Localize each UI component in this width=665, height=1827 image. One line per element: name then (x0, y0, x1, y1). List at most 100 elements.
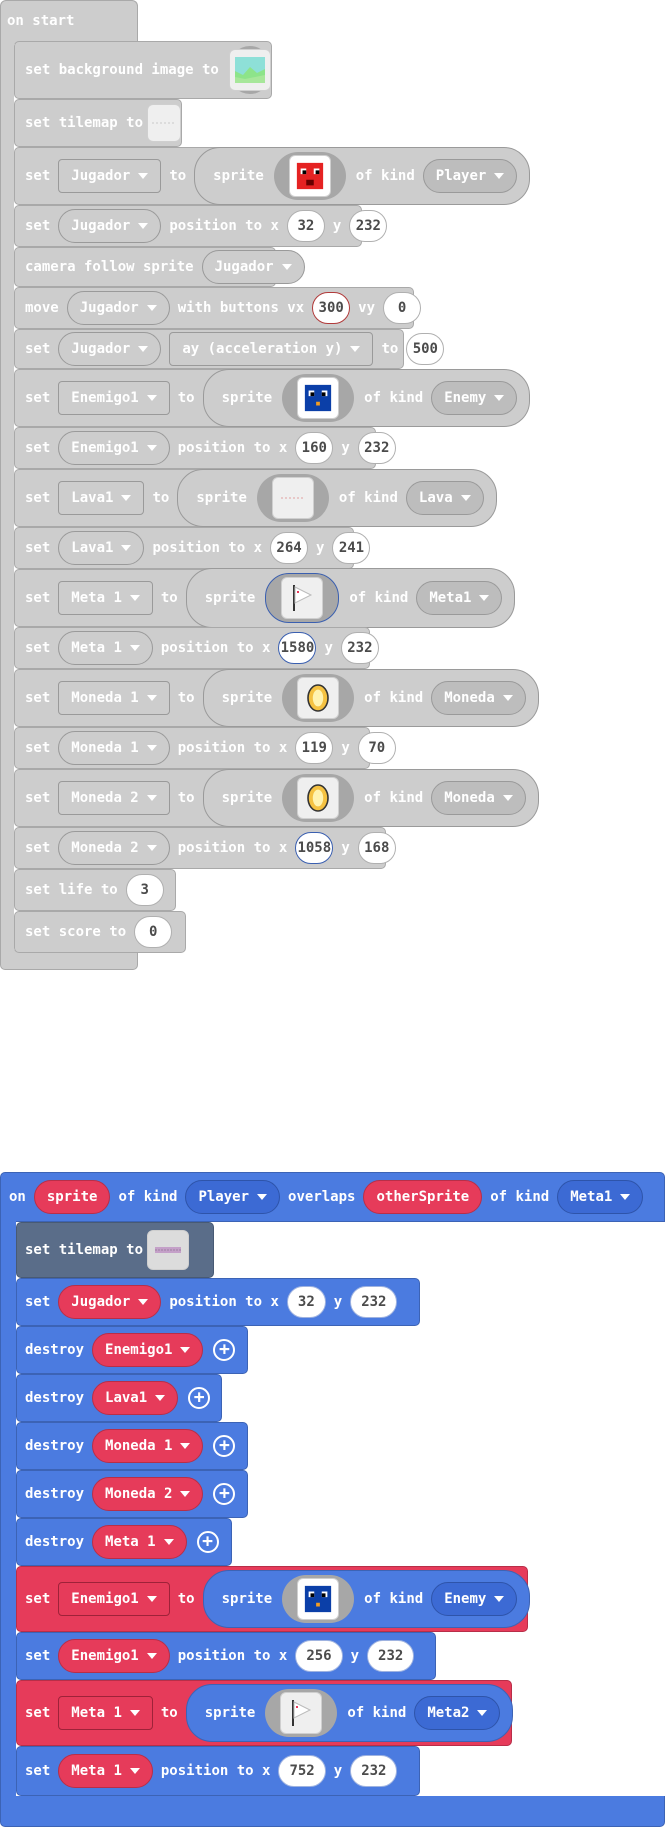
sprite-of-kind-block[interactable]: sprite of kind Enemy (202, 1570, 531, 1628)
y-input[interactable]: 232 (350, 1755, 398, 1787)
x-input[interactable]: 32 (286, 1286, 326, 1318)
set-meta-position-block[interactable]: set Meta 1 position to x 1580 y 232 (14, 627, 379, 669)
x-input[interactable]: 1580 (278, 632, 317, 664)
set-moneda1-position-block[interactable]: set Moneda 1 position to x 119 y 70 (14, 727, 396, 769)
set-meta-position-block[interactable]: set Meta 1 position to x 752 y 232 (16, 1746, 420, 1796)
moneda1-variable-dropdown[interactable]: Moneda 1 (58, 681, 170, 715)
kind-dropdown-player[interactable]: Player (185, 1180, 281, 1214)
sprite-image-picker[interactable] (282, 774, 355, 822)
life-input[interactable]: 3 (125, 874, 164, 906)
kind-dropdown-lava[interactable]: Lava (405, 481, 484, 515)
acceleration-input[interactable]: 500 (406, 333, 445, 365)
lava-variable-dropdown[interactable]: Lava1 (58, 481, 145, 515)
moneda2-variable-dropdown[interactable]: Moneda 2 (92, 1477, 204, 1511)
score-input[interactable]: 0 (134, 916, 173, 948)
destroy-enemigo-block[interactable]: destroy Enemigo1 + (16, 1326, 248, 1374)
background-image-picker[interactable] (228, 46, 271, 94)
set-jugador-sprite-block[interactable]: set Jugador to sprite of kind Player (14, 147, 531, 205)
set-score-block[interactable]: set score to 0 (14, 911, 186, 953)
sprite-image-picker[interactable] (282, 674, 355, 722)
x-input[interactable]: 256 (295, 1640, 343, 1672)
kind-dropdown-meta2[interactable]: Meta2 (414, 1696, 501, 1730)
sprite-image-picker[interactable] (265, 1689, 338, 1737)
set-lava-position-block[interactable]: set Lava1 position to x 264 y 241 (14, 527, 371, 569)
x-input[interactable]: 752 (278, 1755, 326, 1787)
enemigo-variable-dropdown[interactable]: Enemigo1 (58, 1582, 170, 1616)
jugador-variable-dropdown[interactable]: Jugador (66, 291, 170, 325)
enemigo-variable-dropdown[interactable]: Enemigo1 (58, 381, 170, 415)
kind-dropdown-meta1[interactable]: Meta1 (557, 1180, 644, 1214)
kind-dropdown-moneda[interactable]: Moneda (431, 681, 526, 715)
destroy-lava-block[interactable]: destroy Lava1 + (16, 1374, 222, 1422)
moneda1-variable-dropdown[interactable]: Moneda 1 (92, 1429, 204, 1463)
set-lava-sprite-block[interactable]: set Lava1 to sprite of kind Lava (14, 469, 497, 527)
set-enemigo-position-block[interactable]: set Enemigo1 position to x 160 y 232 (14, 427, 396, 469)
kind-dropdown-player[interactable]: Player (422, 159, 518, 193)
x-input[interactable]: 119 (295, 732, 334, 764)
destroy-moneda1-block[interactable]: destroy Moneda 1 + (16, 1422, 248, 1470)
set-jugador-position-block[interactable]: set Jugador position to x 32 y 232 (16, 1278, 420, 1326)
vy-input[interactable]: 0 (383, 292, 422, 324)
set-moneda1-sprite-block[interactable]: set Moneda 1 to sprite of kind Moneda (14, 669, 539, 727)
set-meta-sprite-block[interactable]: set Meta 1 to sprite of kind Meta1 (14, 568, 516, 628)
set-life-block[interactable]: set life to 3 (14, 869, 176, 911)
sprite-of-kind-block[interactable]: sprite of kind Player (194, 147, 531, 205)
destroy-moneda2-block[interactable]: destroy Moneda 2 + (16, 1470, 248, 1518)
jugador-variable-dropdown[interactable]: Jugador (58, 1285, 162, 1319)
plus-icon[interactable]: + (213, 1483, 236, 1505)
tilemap-icon[interactable] (147, 104, 181, 142)
on-overlap-hat[interactable]: on sprite of kind Player overlaps otherS… (0, 1172, 665, 1222)
lava-variable-dropdown[interactable]: Lava1 (92, 1381, 179, 1415)
property-dropdown[interactable]: ay (acceleration y) (169, 332, 374, 366)
meta-variable-dropdown[interactable]: Meta 1 (58, 1754, 153, 1788)
meta-variable-dropdown[interactable]: Meta 1 (58, 631, 153, 665)
set-moneda2-position-block[interactable]: set Moneda 2 position to x 1058 y 168 (14, 827, 396, 869)
sprite-parameter[interactable]: sprite (33, 1180, 111, 1214)
plus-icon[interactable]: + (188, 1387, 211, 1409)
plus-icon[interactable]: + (213, 1435, 236, 1457)
set-meta-sprite-block[interactable]: set Meta 1 to sprite of kind Meta2 (16, 1680, 514, 1746)
jugador-variable-dropdown[interactable]: Jugador (201, 250, 305, 284)
y-input[interactable]: 232 (340, 632, 379, 664)
kind-dropdown-enemy[interactable]: Enemy (431, 381, 518, 415)
sprite-of-kind-block[interactable]: sprite of kind Enemy (202, 369, 531, 427)
sprite-image-picker[interactable] (282, 374, 355, 422)
sprite-of-kind-block[interactable]: sprite of kind Meta1 (185, 568, 516, 628)
on-start-hat[interactable]: on start (0, 0, 138, 44)
tilemap-icon[interactable] (147, 1230, 190, 1270)
set-enemigo-position-block[interactable]: set Enemigo1 position to x 256 y 232 (16, 1632, 436, 1680)
x-input[interactable]: 1058 (295, 832, 334, 864)
set-moneda2-sprite-block[interactable]: set Moneda 2 to sprite of kind Moneda (14, 769, 539, 827)
y-input[interactable]: 232 (350, 1286, 398, 1318)
camera-follow-block[interactable]: camera follow sprite Jugador (14, 247, 305, 287)
meta-variable-dropdown[interactable]: Meta 1 (58, 1696, 153, 1730)
kind-dropdown-meta1[interactable]: Meta1 (416, 581, 503, 615)
sprite-of-kind-block[interactable]: sprite of kind Moneda (202, 769, 539, 827)
enemigo-variable-dropdown[interactable]: Enemigo1 (58, 1639, 170, 1673)
other-sprite-parameter[interactable]: otherSprite (363, 1180, 483, 1214)
sprite-of-kind-block[interactable]: sprite of kind Lava (177, 469, 497, 527)
x-input[interactable]: 264 (270, 532, 309, 564)
plus-icon[interactable]: + (213, 1339, 236, 1361)
sprite-image-picker[interactable] (265, 573, 340, 623)
lava-variable-dropdown[interactable]: Lava1 (58, 531, 145, 565)
sprite-image-picker[interactable] (273, 152, 346, 200)
x-input[interactable]: 160 (295, 432, 334, 464)
destroy-meta-block[interactable]: destroy Meta 1 + (16, 1518, 232, 1566)
enemigo-variable-dropdown[interactable]: Enemigo1 (58, 431, 170, 465)
set-enemigo-sprite-block[interactable]: set Enemigo1 to sprite of kind Enemy (14, 369, 531, 427)
moneda1-variable-dropdown[interactable]: Moneda 1 (58, 731, 170, 765)
set-tilemap-block[interactable]: set tilemap to (14, 99, 182, 147)
y-input[interactable]: 241 (332, 532, 371, 564)
y-input[interactable]: 168 (357, 832, 396, 864)
plus-icon[interactable]: + (196, 1531, 219, 1553)
set-enemigo-sprite-block[interactable]: set Enemigo1 to sprite of kind Enemy (16, 1566, 531, 1632)
vx-input[interactable]: 300 (312, 292, 351, 324)
x-input[interactable]: 32 (286, 210, 325, 242)
y-input[interactable]: 232 (367, 1640, 415, 1672)
jugador-variable-dropdown[interactable]: Jugador (58, 332, 162, 366)
meta-variable-dropdown[interactable]: Meta 1 (58, 581, 153, 615)
y-input[interactable]: 232 (357, 432, 396, 464)
sprite-image-picker[interactable] (282, 1575, 355, 1623)
sprite-image-picker[interactable] (256, 474, 329, 522)
